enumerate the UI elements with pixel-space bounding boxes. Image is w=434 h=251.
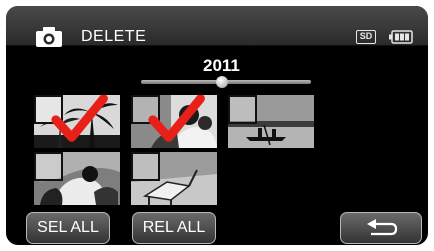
select-all-button[interactable]: SEL ALL <box>26 212 110 244</box>
thumbnail-5-checkbox[interactable] <box>131 152 160 181</box>
screen-title: DELETE <box>81 28 147 45</box>
camera-screen: DELETE SD 2011 SEL ALL REL ALL <box>6 6 428 245</box>
year-label: 2011 <box>203 56 240 75</box>
thumbnail-2[interactable] <box>131 95 217 148</box>
battery-icon <box>389 30 413 44</box>
timeline-slider-knob[interactable] <box>216 76 228 88</box>
thumbnail-4[interactable] <box>34 152 120 205</box>
thumbnail-4-checkbox[interactable] <box>34 152 63 181</box>
check-mark-icon <box>148 95 205 142</box>
camera-icon <box>36 27 62 47</box>
thumbnail-5[interactable] <box>131 152 217 205</box>
check-mark-icon <box>51 95 108 142</box>
release-all-button[interactable]: REL ALL <box>132 212 216 244</box>
thumbnail-1[interactable] <box>34 95 120 148</box>
return-arrow-icon <box>367 219 398 236</box>
back-button[interactable] <box>340 212 422 244</box>
header-bar: DELETE SD <box>6 6 428 47</box>
sd-card-icon: SD <box>356 30 376 44</box>
thumbnail-3[interactable] <box>228 95 314 148</box>
thumbnail-3-checkbox[interactable] <box>228 95 257 124</box>
